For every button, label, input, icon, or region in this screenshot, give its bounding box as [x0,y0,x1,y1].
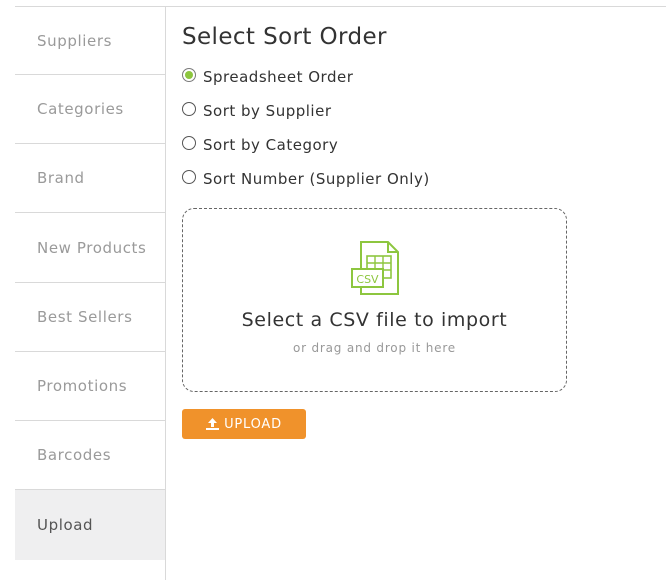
sort-order-radio-group: Spreadsheet Order Sort by Supplier Sort … [182,60,602,196]
upload-icon [206,418,220,430]
sidebar-item-brand[interactable]: Brand [15,144,165,213]
radio-option-sort-by-category[interactable]: Sort by Category [182,128,602,162]
sidebar-item-suppliers[interactable]: Suppliers [15,7,165,75]
main-content: Select Sort Order Spreadsheet Order Sort… [182,20,602,439]
upload-button-label: UPLOAD [224,416,282,432]
sidebar-item-label: New Products [37,238,147,257]
sidebar-item-promotions[interactable]: Promotions [15,352,165,421]
radio-label: Spreadsheet Order [203,68,354,86]
sidebar-item-best-sellers[interactable]: Best Sellers [15,283,165,352]
radio-button[interactable] [182,102,196,116]
sidebar-item-label: Best Sellers [37,308,133,326]
sidebar-item-barcodes[interactable]: Barcodes [15,421,165,490]
sidebar-item-new-products[interactable]: New Products [15,213,165,283]
csv-icon-text: CSV [356,273,379,286]
page-title: Select Sort Order [182,24,387,50]
sidebar-item-label: Categories [37,100,124,118]
dropzone-title: Select a CSV file to import [241,309,508,331]
csv-file-icon: CSV [350,240,402,300]
radio-button[interactable] [182,170,196,184]
sidebar-item-label: Suppliers [37,31,113,50]
radio-option-sort-by-supplier[interactable]: Sort by Supplier [182,94,602,128]
radio-label: Sort by Category [203,136,339,154]
sidebar: Suppliers Categories Brand New Products … [15,7,166,580]
sidebar-item-categories[interactable]: Categories [15,75,165,144]
sidebar-item-label: Promotions [37,377,128,395]
sidebar-item-label: Brand [37,169,85,187]
radio-option-sort-number-supplier-only[interactable]: Sort Number (Supplier Only) [182,162,602,196]
radio-option-spreadsheet-order[interactable]: Spreadsheet Order [182,60,602,94]
radio-label: Sort by Supplier [203,102,332,120]
dropzone-subtitle: or drag and drop it here [293,341,456,355]
radio-button-checked[interactable] [182,68,196,82]
sidebar-item-label: Upload [37,516,94,534]
sidebar-item-label: Barcodes [37,446,112,464]
upload-button[interactable]: UPLOAD [182,409,306,439]
csv-dropzone[interactable]: CSV Select a CSV file to import or drag … [182,208,567,392]
radio-label: Sort Number (Supplier Only) [203,170,430,188]
sidebar-item-upload[interactable]: Upload [15,490,165,560]
radio-button[interactable] [182,136,196,150]
